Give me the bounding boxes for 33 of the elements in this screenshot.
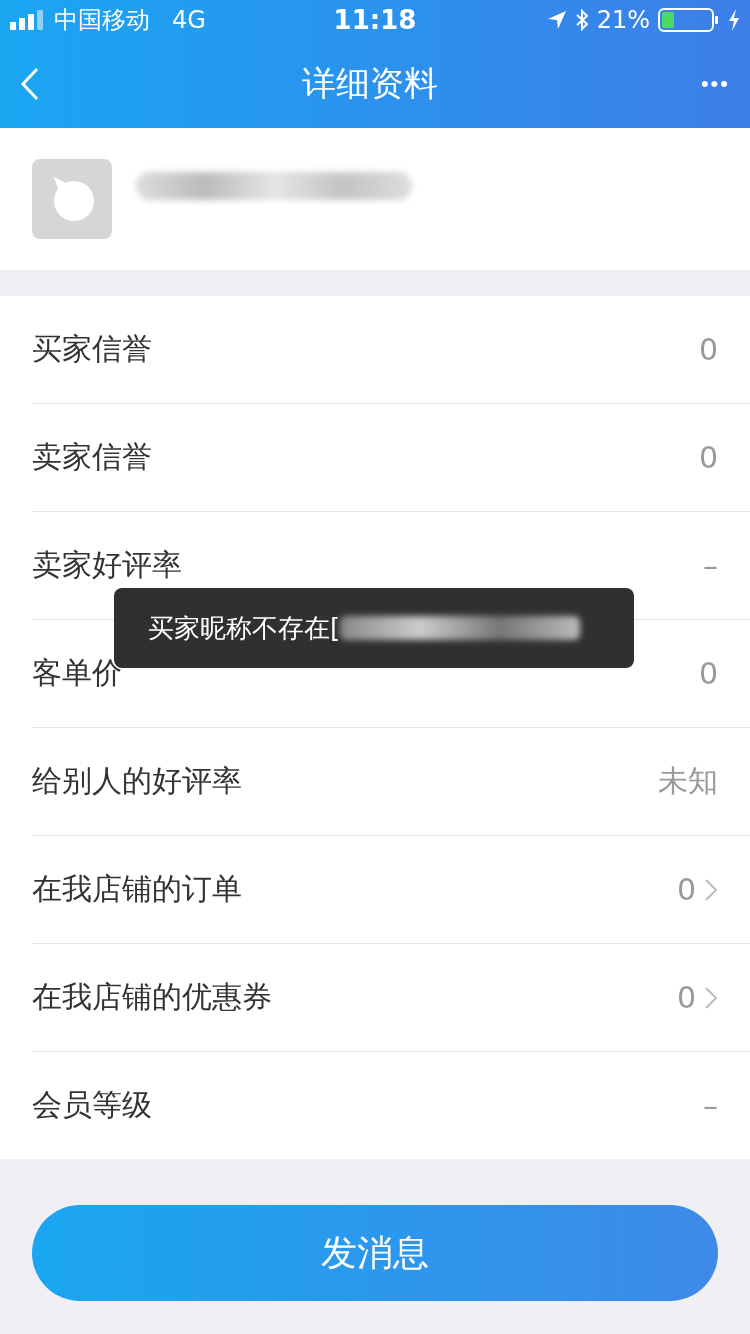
- row-label: 客单价: [32, 654, 122, 692]
- clock-time: 11:18: [333, 5, 417, 35]
- row-value: 0: [676, 980, 696, 1015]
- signal-icon: [10, 10, 46, 30]
- row-value: –: [703, 548, 718, 583]
- avatar-icon: [32, 159, 112, 239]
- row-value: 未知: [658, 762, 718, 800]
- row-value: 0: [698, 440, 718, 475]
- row-label: 在我店铺的订单: [32, 870, 242, 908]
- info-row[interactable]: 在我店铺的订单 0: [32, 836, 750, 944]
- charging-bolt-icon: [728, 9, 740, 31]
- row-label: 卖家信誉: [32, 438, 152, 476]
- row-value: 0: [676, 872, 696, 907]
- bluetooth-icon: [574, 9, 589, 31]
- info-row[interactable]: 在我店铺的优惠券 0: [32, 944, 750, 1052]
- row-value: 0: [698, 332, 718, 367]
- row-value: –: [703, 1088, 718, 1123]
- row-label: 给别人的好评率: [32, 762, 242, 800]
- more-button[interactable]: •••: [700, 64, 730, 104]
- battery-percent: 21%: [596, 6, 650, 34]
- chevron-right-icon: [704, 877, 718, 902]
- carrier-name: 中国移动: [54, 5, 150, 36]
- row-label: 会员等级: [32, 1086, 152, 1124]
- network-type: 4G: [172, 6, 206, 34]
- back-icon: [20, 67, 40, 101]
- row-label: 在我店铺的优惠券: [32, 978, 272, 1016]
- page-title: 详细资料: [302, 62, 439, 105]
- toast-text: 买家昵称不存在[: [148, 611, 341, 645]
- row-value: 0: [698, 656, 718, 691]
- chevron-right-icon: [704, 985, 718, 1010]
- row-label: 买家信誉: [32, 330, 152, 368]
- row-label: 卖家好评率: [32, 546, 182, 584]
- location-arrow-icon: [546, 10, 567, 30]
